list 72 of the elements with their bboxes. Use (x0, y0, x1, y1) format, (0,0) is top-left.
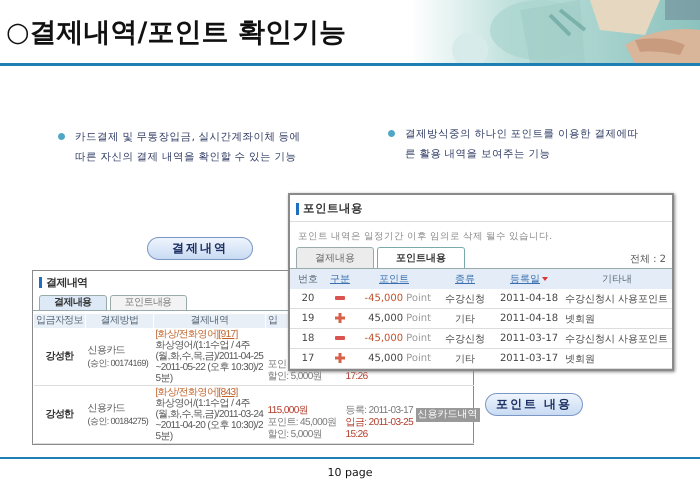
amount-text: 포인트: 45,000원 (268, 417, 336, 429)
section-label: 결제내역 (147, 237, 253, 260)
column-header: 기타내 (602, 274, 632, 285)
panel-title: 결제내역 (46, 276, 88, 290)
notice-text: 포인트 내역은 일정기간 이후 임의로 삭제 될수 있습니다. (297, 230, 554, 244)
payment-method: 신용카드 (88, 344, 126, 356)
tab[interactable]: 결제내용 (39, 295, 107, 310)
column-header: 결제내역 (190, 315, 228, 326)
column-header: 입 (268, 315, 278, 326)
row-number: 17 (302, 353, 314, 364)
tab[interactable]: 포인트내용 (110, 295, 187, 310)
bullet-icon (388, 130, 395, 137)
sort-icon[interactable] (542, 277, 548, 282)
section-label: 포인트 내용 (485, 393, 583, 416)
payment-method: 신용카드 (88, 402, 126, 414)
memo-text: 넷회원 (565, 314, 595, 324)
point-type: 수강신청 (445, 334, 485, 344)
memo-text: 수강신청시 사용포인트 (565, 334, 668, 344)
bullet-icon (58, 133, 65, 140)
accent-bar (296, 202, 299, 214)
payer-name: 강성한 (45, 351, 74, 362)
register-date: 2011-04-18 (500, 313, 558, 324)
bullet-text: 결제방식중의 하나인 포인트를 이용한 결제에따 른 활용 내역을 보여주는 기능 (405, 127, 638, 162)
column-header: 입금자정보 (36, 315, 84, 326)
point-amount: -45,000 (364, 293, 404, 304)
row-number: 19 (302, 313, 314, 324)
memo-text: 수강신청시 사용포인트 (565, 294, 668, 304)
bullet-text: 카드결제 및 무통장입금, 실시간계좌이체 등에 따른 자신의 결제 내역을 확인할 수 있는 기능 (75, 130, 301, 165)
page-number: 10 page (328, 466, 372, 478)
row-number: 18 (302, 333, 314, 344)
total-count: 전체 : 2 (630, 253, 666, 267)
register-date: 2011-03-17 (500, 353, 558, 364)
column-link[interactable]: 종류 (455, 274, 475, 285)
memo-text: 넷회원 (565, 354, 595, 364)
column-header: 번호 (298, 274, 318, 285)
point-unit: Point (406, 313, 431, 324)
row-number: 20 (302, 293, 314, 304)
course-detail: 화상영어/(1:1수업 / 4주(월,화,수,목,금)/2011-04-25~2011-05-22 (오후 10:30)/25분) (156, 340, 264, 384)
accent-bar (39, 277, 42, 288)
point-type: 수강신청 (445, 294, 485, 304)
date-text: 15:26 (346, 429, 368, 441)
tab[interactable]: 포인트내용 (377, 247, 465, 268)
approval-number: (승인: 00184275) (88, 414, 148, 426)
date-text: 등록: 2011-03-17 (346, 405, 414, 417)
point-type: 기타 (455, 354, 475, 364)
register-date: 2011-03-17 (500, 333, 558, 344)
point-amount: 45,000 (368, 313, 404, 324)
course-link[interactable]: [843] (218, 387, 238, 398)
amount-text: 포인 (268, 359, 286, 371)
point-amount: 45,000 (368, 353, 404, 364)
slide-title: ○결제내역/포인트 확인기능 (5, 16, 347, 50)
date-text: 17:26 (346, 371, 368, 383)
amount-text: 할인: 5,000원 (268, 371, 322, 383)
card-history-button[interactable]: 신용카드내역 (416, 408, 480, 422)
point-unit: Point (406, 333, 431, 344)
register-date: 2011-04-18 (500, 293, 558, 304)
point-amount: -45,000 (364, 333, 404, 344)
course-detail: 화상영어/(1:1수업 / 4주(월,화,수,목,금)/2011-03-24~2011-04-20 (오후 10:30)/25분) (156, 398, 264, 442)
amount-text: 할인: 5,000원 (268, 429, 322, 441)
point-type: 기타 (455, 314, 475, 324)
course-link[interactable]: [917] (218, 329, 238, 340)
panel-title: 포인트내용 (303, 201, 363, 216)
column-header: 결제방법 (100, 315, 138, 326)
course-category: [화상/전화영어] (156, 329, 218, 340)
point-unit: Point (406, 353, 431, 364)
point-unit: Point (406, 293, 431, 304)
amount-text: 115,000원 (268, 405, 308, 417)
approval-number: (승인: 00174169) (88, 356, 148, 368)
payer-name: 강성한 (45, 409, 74, 420)
course-category: [화상/전화영어] (156, 387, 218, 398)
date-text: 입금: 2011-03-25 (346, 417, 414, 429)
tab[interactable]: 결제내용 (296, 247, 374, 268)
